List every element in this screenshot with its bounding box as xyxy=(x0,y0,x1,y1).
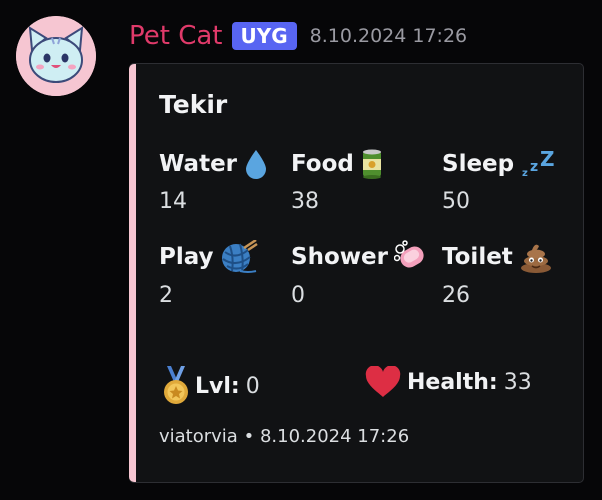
stat-value: 0 xyxy=(291,283,305,308)
health-value: 33 xyxy=(503,369,532,395)
message-header: Pet Cat UYG 8.10.2024 17:26 xyxy=(129,18,467,54)
stat-label: Water xyxy=(159,151,238,177)
stat-label: Play xyxy=(159,244,214,270)
app-tag-badge: UYG xyxy=(231,22,297,50)
zzz-icon: z z Z xyxy=(522,148,555,179)
stat-play: Play 2 xyxy=(159,240,258,308)
stat-food: Food 38 xyxy=(291,148,384,214)
stat-value: 14 xyxy=(159,189,187,214)
embed-title: Tekir xyxy=(159,90,228,119)
cat-avatar-icon xyxy=(16,16,96,96)
stat-value: 38 xyxy=(291,189,319,214)
stat-label: Shower xyxy=(291,244,388,270)
health-row: Health: 33 xyxy=(365,366,532,398)
stat-sleep: Sleep z z Z 50 xyxy=(442,148,556,214)
message-timestamp[interactable]: 8.10.2024 17:26 xyxy=(310,25,468,47)
footer-separator: • xyxy=(243,426,255,447)
heart-icon xyxy=(365,366,401,397)
avatar[interactable] xyxy=(16,16,96,96)
soap-icon xyxy=(393,240,424,268)
stat-value: 26 xyxy=(442,283,470,308)
chat-message: Pet Cat UYG 8.10.2024 17:26 Tekir Water … xyxy=(0,0,602,500)
embed-card: Tekir Water 14 Food 38 Sleep z z Z 50 Pl… xyxy=(129,63,584,483)
footer-time: 8.10.2024 17:26 xyxy=(259,426,410,447)
stat-label: Food xyxy=(291,151,354,177)
medal-icon xyxy=(164,366,188,404)
level-label: Lvl: xyxy=(195,373,240,399)
poop-icon xyxy=(520,244,551,273)
yarn-ball-icon xyxy=(221,240,258,273)
stat-label: Toilet xyxy=(442,244,513,270)
water-drop-icon xyxy=(246,150,267,179)
stat-shower: Shower 0 xyxy=(291,240,428,308)
level-row: Lvl: 0 xyxy=(159,366,260,406)
stat-water: Water 14 xyxy=(159,148,269,214)
stat-toilet: Toilet 26 xyxy=(442,240,553,308)
level-value: 0 xyxy=(245,373,260,399)
health-label: Health: xyxy=(407,369,498,395)
embed-accent-bar xyxy=(129,64,136,482)
footer-author: viatorvia xyxy=(159,426,238,447)
stat-value: 50 xyxy=(442,189,470,214)
username[interactable]: Pet Cat xyxy=(129,18,223,54)
stat-value: 2 xyxy=(159,283,173,308)
embed-footer: viatorvia • 8.10.2024 17:26 xyxy=(159,426,409,447)
food-can-icon xyxy=(362,149,381,179)
svg-text:z: z xyxy=(530,159,538,175)
svg-text:Z: Z xyxy=(540,148,555,171)
svg-text:z: z xyxy=(522,168,528,179)
stat-label: Sleep xyxy=(442,151,515,177)
